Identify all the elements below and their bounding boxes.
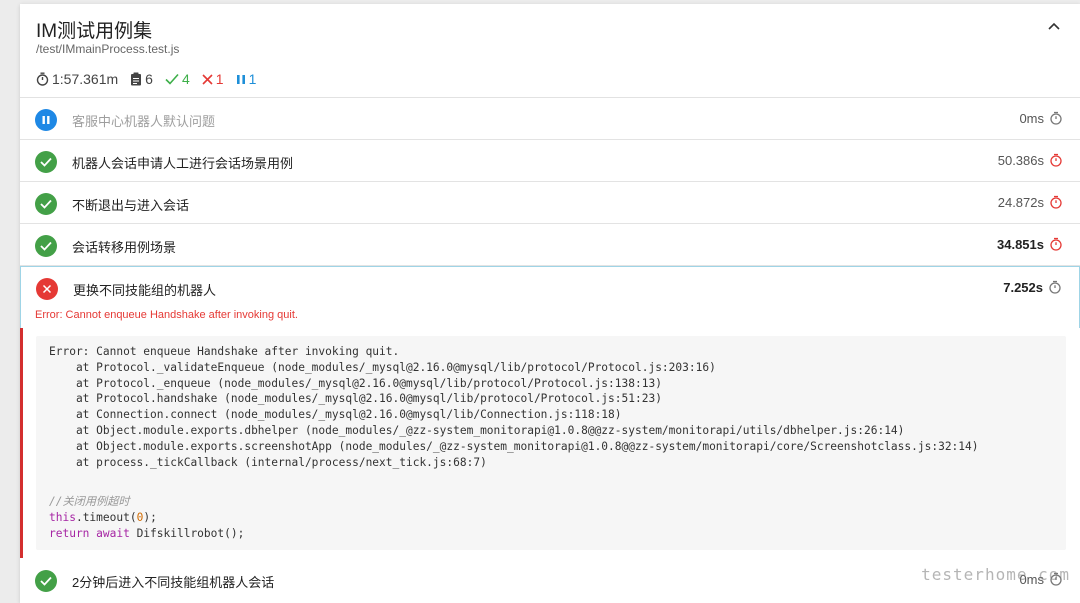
timer-icon <box>1050 111 1062 125</box>
passed-status-icon <box>35 151 57 173</box>
stat-pending: 1 <box>236 71 257 87</box>
suite-card: IM测试用例集 /test/IMmainProcess.test.js 1:57… <box>20 4 1080 603</box>
test-title: 2分钟后进入不同技能组机器人会话 <box>72 575 275 590</box>
test-error-message: Error: Cannot enqueue Handshake after in… <box>35 309 298 321</box>
test-code-snippet: //关闭用例超时 this.timeout(0); return await D… <box>49 494 244 541</box>
watermark: testerhome.com <box>921 565 1070 584</box>
stat-failed-value: 1 <box>215 71 224 87</box>
test-title: 更换不同技能组的机器人 <box>73 283 217 298</box>
stack-line: at process._tickCallback (internal/proce… <box>49 455 487 469</box>
test-duration: 34.851s <box>997 237 1044 252</box>
cross-icon <box>202 73 213 85</box>
collapse-chevron-icon[interactable] <box>1048 18 1060 33</box>
test-title: 不断退出与进入会话 <box>72 198 190 213</box>
check-icon <box>165 73 179 85</box>
suite-stats: 1:57.361m 6 4 1 1 <box>36 70 268 88</box>
passed-status-icon <box>35 193 57 215</box>
timer-icon <box>1049 280 1061 294</box>
clipboard-icon <box>130 72 142 86</box>
test-row-failed[interactable]: 更换不同技能组的机器人 7.252s Error: Cannot enqueue… <box>20 266 1080 330</box>
code-return-expr: Difskillrobot(); <box>129 526 245 540</box>
stack-line: Error: Cannot enqueue Handshake after in… <box>49 345 400 358</box>
timer-icon <box>1050 153 1062 167</box>
test-row[interactable]: 不断退出与进入会话 24.872s <box>20 182 1080 224</box>
test-duration: 24.872s <box>997 195 1044 210</box>
suite-header: IM测试用例集 /test/IMmainProcess.test.js 1:57… <box>20 4 1080 98</box>
stack-line: at Object.module.exports.dbhelper (node_… <box>49 423 905 437</box>
test-title: 机器人会话申请人工进行会话场景用例 <box>72 156 294 171</box>
error-details: Error: Cannot enqueue Handshake after in… <box>20 328 1080 558</box>
stat-total-value: 6 <box>145 71 153 87</box>
stat-failed: 1 <box>202 71 224 87</box>
test-duration: 50.386s <box>997 153 1044 168</box>
passed-status-icon <box>35 570 57 592</box>
stack-line: at Object.module.exports.screenshotApp (… <box>49 439 979 453</box>
stat-total: 6 <box>130 71 153 87</box>
pause-icon <box>236 74 246 85</box>
timer-icon <box>1050 237 1062 251</box>
passed-status-icon <box>35 235 57 257</box>
stack-line: at Protocol._enqueue (node_modules/_mysq… <box>49 376 662 390</box>
stopwatch-icon <box>36 72 49 86</box>
test-row[interactable]: 客服中心机器人默认问题 0ms <box>20 98 1080 140</box>
test-title: 客服中心机器人默认问题 <box>72 114 216 129</box>
suite-file-path: /test/IMmainProcess.test.js <box>36 42 180 56</box>
stack-line: at Protocol._validateEnqueue (node_modul… <box>49 360 716 374</box>
code-comment: //关闭用例超时 <box>49 495 130 508</box>
pending-status-icon <box>35 109 57 131</box>
code-return-keyword: return await <box>49 526 130 540</box>
code-timeout-call: .timeout( <box>75 510 137 524</box>
stat-passed: 4 <box>165 71 190 87</box>
stack-trace: Error: Cannot enqueue Handshake after in… <box>49 344 979 470</box>
stat-passed-value: 4 <box>181 71 190 87</box>
stack-line: at Protocol.handshake (node_modules/_mys… <box>49 392 662 406</box>
stat-pending-value: 1 <box>248 71 257 87</box>
test-row[interactable]: 会话转移用例场景 34.851s <box>20 224 1080 266</box>
test-title: 会话转移用例场景 <box>72 240 177 255</box>
test-duration: 0ms <box>1019 111 1044 126</box>
code-block[interactable]: Error: Cannot enqueue Handshake after in… <box>36 336 1066 550</box>
code-this-keyword: this <box>49 510 76 524</box>
timer-icon <box>1050 195 1062 209</box>
failed-status-icon <box>36 278 58 300</box>
suite-title: IM测试用例集 <box>36 21 153 42</box>
code-timeout-end: ); <box>143 510 157 524</box>
test-row[interactable]: 机器人会话申请人工进行会话场景用例 50.386s <box>20 140 1080 182</box>
stat-duration: 1:57.361m <box>36 71 118 87</box>
stack-line: at Connection.connect (node_modules/_mys… <box>49 408 622 422</box>
stat-duration-value: 1:57.361m <box>52 71 119 87</box>
test-duration: 7.252s <box>1003 280 1043 295</box>
